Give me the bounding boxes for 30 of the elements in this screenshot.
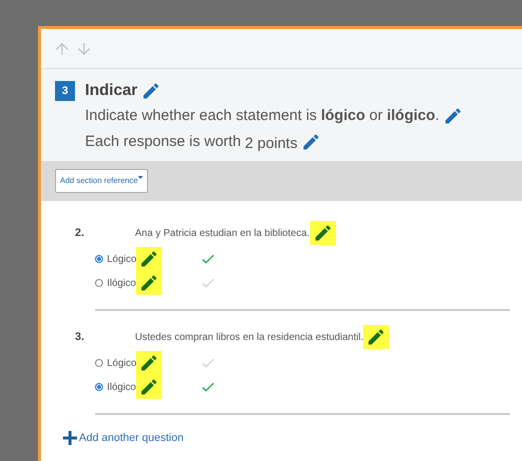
pencil-icon[interactable] <box>310 221 336 245</box>
option-label: Lógico <box>107 356 136 370</box>
pencil-icon[interactable] <box>301 132 322 152</box>
section-instructions: Indicate whether each statement is lógico or ilógico. <box>85 106 440 126</box>
section-title: Indicar <box>85 81 138 101</box>
option-label: Ilógico <box>107 380 136 394</box>
radio-button[interactable] <box>95 383 103 391</box>
option-label: Ilógico <box>107 276 136 290</box>
radio-button[interactable] <box>95 255 103 263</box>
pencil-icon[interactable] <box>141 81 162 101</box>
plus-icon <box>63 431 77 446</box>
pencil-icon[interactable] <box>136 247 162 271</box>
radio-button[interactable] <box>95 359 103 367</box>
option-label: Lógico <box>107 252 136 266</box>
points-label: Each response is worth <box>85 132 241 152</box>
question-number: 3. <box>75 330 86 345</box>
radio-button[interactable] <box>95 279 103 287</box>
add-question-link[interactable]: Add another question <box>63 430 510 446</box>
pencil-icon[interactable] <box>363 325 390 349</box>
pencil-icon[interactable] <box>136 271 162 295</box>
points-value: 2 points <box>244 134 298 154</box>
pencil-icon[interactable] <box>136 351 162 375</box>
section-reference-dropdown[interactable]: Add section reference <box>55 169 148 193</box>
section-number: 3 <box>55 81 75 101</box>
caret-icon <box>138 176 143 179</box>
question-text: Ustedes compran libros en la residencia estudiantil. <box>135 330 364 344</box>
pencil-icon[interactable] <box>136 375 162 399</box>
question-text: Ana y Patricia estudian en la biblioteca. <box>135 226 310 240</box>
question-number: 2. <box>75 226 86 241</box>
pencil-icon[interactable] <box>443 106 464 126</box>
